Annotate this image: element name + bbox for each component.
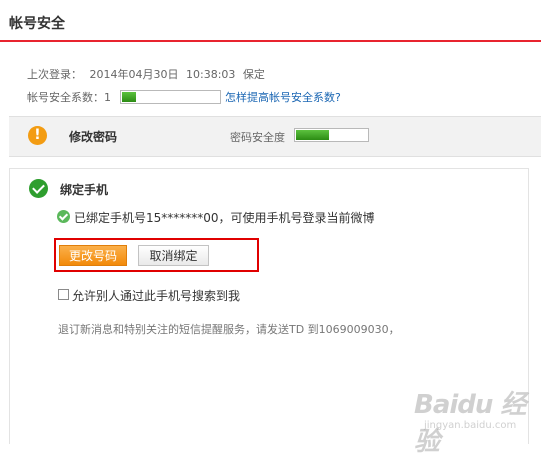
last-login-label: 上次登录： bbox=[27, 68, 82, 81]
baidu-watermark: Baidu 经验 jingyan.baidu.com bbox=[414, 384, 532, 457]
last-login-time: 10:38:03 bbox=[186, 68, 236, 81]
change-password-section[interactable]: ! 修改密码 密码安全度 bbox=[9, 116, 541, 157]
allow-search-checkbox[interactable] bbox=[58, 289, 69, 300]
security-score-meter bbox=[120, 90, 221, 104]
security-score-label: 帐号安全系数：1 bbox=[27, 89, 111, 105]
allow-search-label[interactable]: 允许别人通过此手机号搜索到我 bbox=[72, 287, 240, 304]
last-login-location: 保定 bbox=[242, 68, 265, 81]
unsubscribe-info: 退订新消息和特别关注的短信提醒服务，请发送TD 到1069009030， bbox=[58, 323, 400, 336]
last-login-date: 2014年04月30日 bbox=[89, 68, 179, 81]
security-score-meter-fill bbox=[122, 92, 136, 102]
security-score-label-text: 帐号安全系数： bbox=[27, 91, 104, 104]
page-title: 帐号安全 bbox=[9, 16, 65, 32]
improve-security-link[interactable]: 怎样提高帐号安全系数? bbox=[225, 89, 341, 105]
password-strength-meter-fill bbox=[296, 130, 329, 140]
change-password-title[interactable]: 修改密码 bbox=[69, 128, 117, 145]
bound-phone-status: 已绑定手机号15*******00，可使用手机号登录当前微博 bbox=[74, 211, 375, 225]
bind-phone-title: 绑定手机 bbox=[60, 183, 109, 197]
page-header: 帐号安全 bbox=[0, 0, 541, 42]
check-small-icon bbox=[57, 210, 70, 223]
password-strength-meter bbox=[294, 128, 369, 142]
warning-icon: ! bbox=[28, 126, 47, 145]
last-login-row: 上次登录： 2014年04月30日 10:38:03 保定 bbox=[27, 66, 269, 82]
watermark-url: jingyan.baidu.com bbox=[424, 420, 517, 431]
password-strength-label: 密码安全度 bbox=[230, 131, 285, 144]
unbind-button[interactable]: 取消绑定 bbox=[138, 245, 209, 266]
change-number-button[interactable]: 更改号码 bbox=[59, 245, 127, 266]
security-score-value: 1 bbox=[104, 91, 111, 104]
check-circle-icon bbox=[29, 179, 48, 198]
